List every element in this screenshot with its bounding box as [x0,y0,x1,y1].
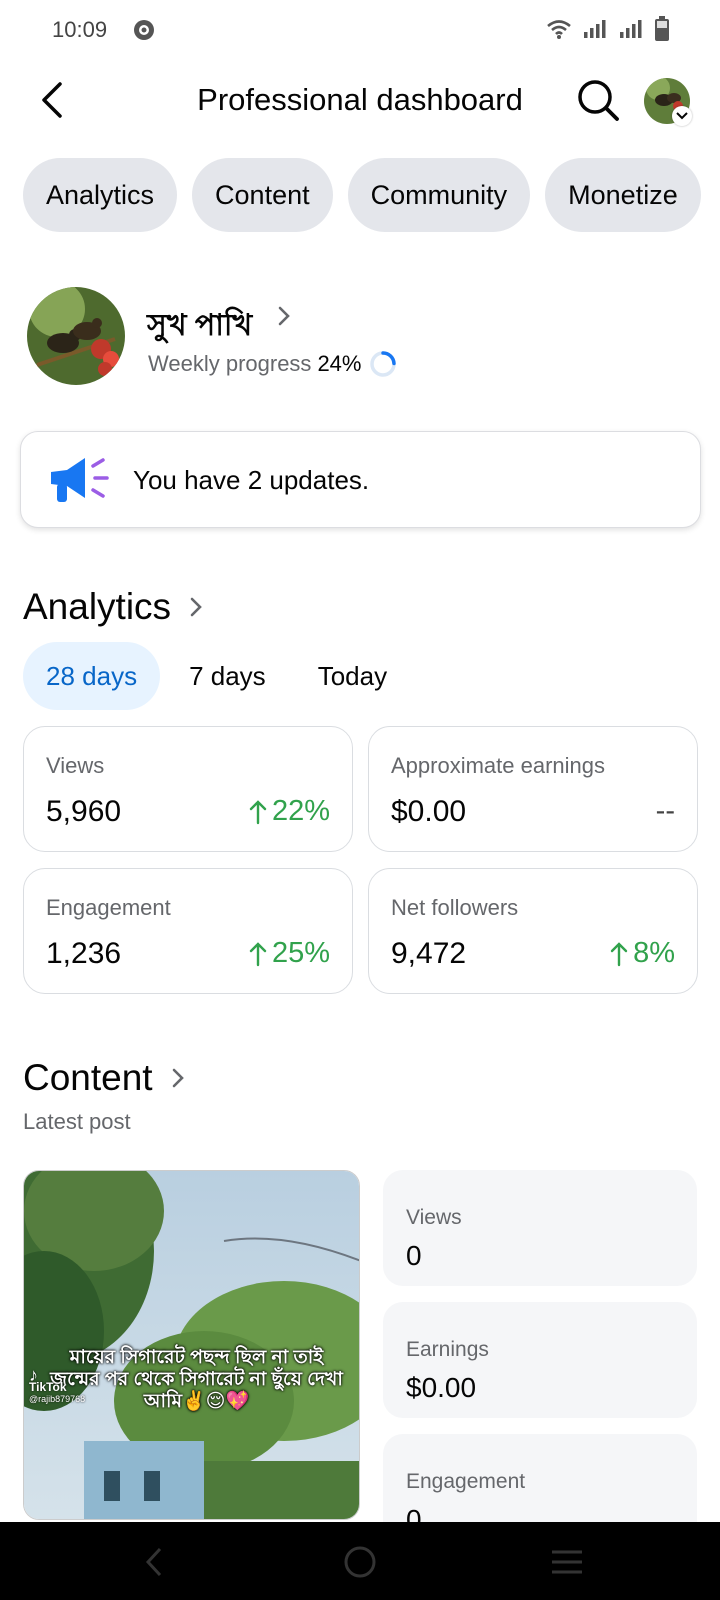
progress-ring-icon [370,351,397,377]
nav-back-icon [145,1547,162,1577]
updates-text: You have 2 updates. [133,465,370,495]
tab-analytics[interactable]: Analytics [23,158,178,232]
stat-label: Approximate earnings [391,753,606,778]
signal-icon-2 [618,18,644,45]
nav-recents-button[interactable] [545,1540,589,1584]
progress-label: Weekly progress [148,351,312,376]
analytics-section-header[interactable]: Analytics [23,586,203,628]
tiktok-watermark: ♪ TikTok @rajib879768 [29,1366,86,1405]
post-image [24,1171,359,1519]
stat-change: 25% [248,937,330,970]
stat-card-earnings[interactable]: Approximate earnings $0.00 -- [368,726,698,852]
chevron-right-icon [190,597,202,617]
dashboard-tabs: Analytics Content Community Monetize [23,158,701,232]
stat-change: 22% [248,795,330,828]
status-time: 10:09 [52,17,108,42]
stat-card-net-followers[interactable]: Net followers 9,472 8% [368,868,698,994]
nav-recents-icon [552,1550,582,1574]
megaphone-icon [45,454,109,511]
stat-value: $0.00 [391,795,467,828]
range-7-days[interactable]: 7 days [166,642,289,710]
metric-label: Engagement [406,1470,526,1493]
nav-home-button[interactable] [338,1540,382,1584]
metric-label: Earnings [406,1338,489,1361]
content-title: Content [23,1057,153,1098]
stat-change-value: 25% [271,937,330,969]
nav-back-button[interactable] [132,1540,176,1584]
signal-icon [582,18,608,45]
arrow-up-icon [249,799,267,824]
wifi-icon [546,18,572,45]
metric-label: Views [406,1206,462,1229]
stat-change-value: 22% [271,795,330,827]
stat-value: 1,236 [46,937,122,970]
search-button[interactable] [574,76,622,124]
profile-summary[interactable]: সুখ পাখি Weekly progress 24% [27,287,687,387]
stat-card-views[interactable]: Views 5,960 22% [23,726,353,852]
updates-card[interactable]: You have 2 updates. [20,431,701,528]
range-28-days[interactable]: 28 days [23,642,161,710]
stat-value: 5,960 [46,795,122,828]
stat-label: Net followers [391,895,519,920]
tab-community[interactable]: Community [347,158,531,232]
app-notification-icon [132,18,156,42]
stat-change-value: -- [655,795,675,827]
latest-post-thumbnail[interactable]: মায়ের সিগারেট পছন্দ ছিল না তাই জন্মের প… [23,1170,360,1520]
stat-change: -- [656,795,675,828]
account-switch-chevron-icon[interactable] [672,106,692,126]
chevron-right-icon [172,1068,184,1088]
metric-value: 0 [406,1240,422,1271]
content-section-header[interactable]: Content [23,1057,185,1099]
analytics-title: Analytics [23,586,172,627]
watermark-user: @rajib879768 [29,1394,86,1404]
stat-change-value: 8% [633,937,675,969]
progress-value: 24% [317,351,362,376]
latest-post-label: Latest post [23,1109,131,1134]
profile-avatar [27,287,125,385]
system-nav-bar [0,1522,720,1600]
date-range-selector: 28 days 7 days Today [23,642,410,710]
range-today[interactable]: Today [295,642,410,710]
weekly-progress: Weekly progress 24% [148,350,397,378]
profile-name: সুখ পাখি [147,309,253,342]
nav-home-icon [344,1546,376,1578]
status-icons [546,16,670,47]
post-caption: মায়ের সিগারেট পছন্দ ছিল না তাই জন্মের প… [50,1347,343,1412]
tab-content[interactable]: Content [192,158,333,232]
stat-change: 8% [609,937,675,970]
search-icon [578,80,619,121]
header-bar: Professional dashboard [0,60,720,144]
watermark-label: TikTok [29,1380,67,1394]
stat-value: 9,472 [391,937,467,970]
stat-label: Engagement [46,895,171,920]
stat-card-engagement[interactable]: Engagement 1,236 25% [23,868,353,994]
post-metric-earnings: Earnings $0.00 [383,1302,697,1418]
battery-icon [654,16,670,47]
metric-value: $0.00 [406,1372,477,1403]
arrow-up-icon [610,941,628,966]
arrow-up-icon [249,941,267,966]
post-metric-views: Views 0 [383,1170,697,1286]
tab-monetize[interactable]: Monetize [545,158,701,232]
status-bar: 10:09 [0,0,720,60]
stat-label: Views [46,753,105,778]
chevron-right-icon [277,305,291,332]
